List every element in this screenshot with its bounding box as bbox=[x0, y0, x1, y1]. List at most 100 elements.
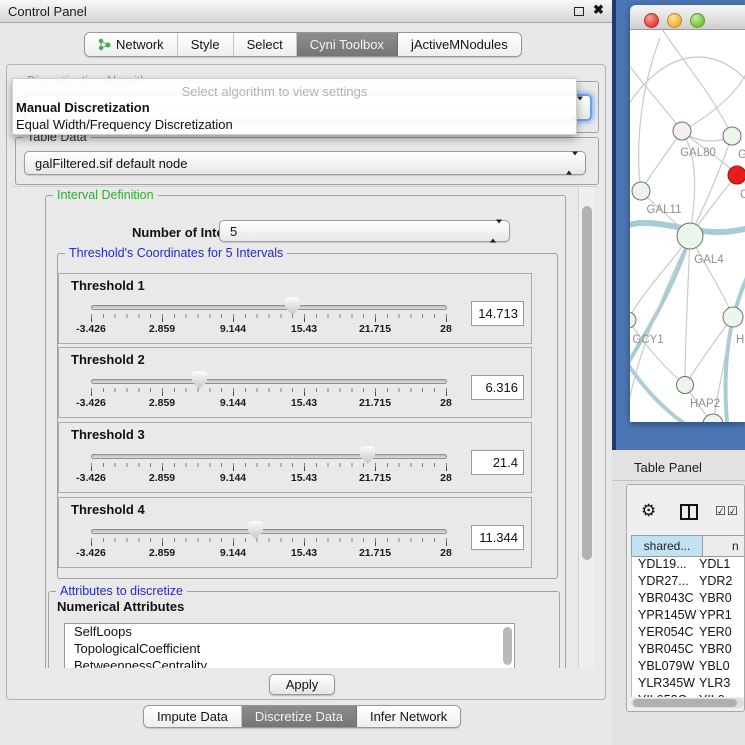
node-label: GAL4 bbox=[694, 254, 724, 266]
threshold-3-slider-thumb[interactable] bbox=[360, 446, 375, 464]
list-item[interactable]: TopologicalCoefficient bbox=[65, 641, 514, 658]
table-row[interactable]: YER054CYER0 bbox=[632, 625, 745, 642]
number-of-intervals-value: 5 bbox=[230, 224, 237, 239]
table-row[interactable]: YIL052CYIL0 bbox=[632, 693, 745, 697]
tab-impute-data[interactable]: Impute Data bbox=[144, 706, 242, 727]
threshold-3-label: Threshold 3 bbox=[71, 427, 145, 442]
table-settings-gear-icon[interactable]: ⚙ bbox=[641, 502, 656, 519]
table-horizontal-scrollbar[interactable] bbox=[631, 698, 744, 708]
tab-style[interactable]: Style bbox=[178, 33, 234, 56]
minimize-traffic-light-icon[interactable] bbox=[667, 13, 682, 28]
scrollbar-thumb[interactable] bbox=[633, 699, 737, 707]
network-canvas[interactable]: GAL80 G C GAL11 GAL4 GCY1 H HAP2 bbox=[630, 30, 745, 422]
table-row[interactable]: YBL079WYBL0 bbox=[632, 659, 745, 676]
threshold-2-ticks bbox=[91, 388, 448, 396]
algorithm-popup: Select algorithm to view settings Manual… bbox=[12, 78, 577, 135]
list-item[interactable]: SelfLoops bbox=[65, 624, 514, 641]
threshold-2-row: Threshold 2 -3.4262.8599.14415.4321.7152… bbox=[58, 347, 532, 418]
column-header-name[interactable]: n bbox=[703, 536, 745, 556]
table-row[interactable]: YDL19...YDL1 bbox=[632, 557, 745, 574]
threshold-4-slider-thumb[interactable] bbox=[248, 521, 263, 539]
table-panel-title: Table Panel bbox=[634, 460, 702, 475]
node-gal4[interactable] bbox=[677, 223, 703, 249]
node-h[interactable] bbox=[723, 307, 743, 327]
close-traffic-light-icon[interactable] bbox=[644, 13, 659, 28]
node-label: G bbox=[738, 149, 745, 161]
panel-title: Control Panel bbox=[8, 4, 87, 19]
node-gal80[interactable] bbox=[673, 122, 691, 140]
tab-network-label: Network bbox=[116, 37, 164, 52]
numerical-attributes-label: Numerical Attributes bbox=[57, 599, 184, 614]
table-data-combobox[interactable]: galFiltered.sif default node bbox=[24, 151, 586, 175]
table-row[interactable]: YLR345WYLR3 bbox=[632, 676, 745, 693]
column-header-shared-name[interactable]: shared... bbox=[632, 536, 703, 556]
threshold-3-slider[interactable] bbox=[91, 454, 447, 459]
node-label: HAP2 bbox=[690, 398, 720, 410]
threshold-1-label: Threshold 1 bbox=[71, 278, 145, 293]
popup-option-manual-discretization[interactable]: Manual Discretization bbox=[16, 100, 150, 115]
column-layout-icon[interactable] bbox=[680, 504, 698, 520]
tab-cyni-toolbox[interactable]: Cyni Toolbox bbox=[297, 33, 398, 56]
list-item[interactable]: BetweennessCentrality bbox=[65, 658, 514, 668]
node-gcy1[interactable] bbox=[630, 312, 636, 328]
threshold-1-ticks bbox=[91, 314, 448, 322]
node-gal11[interactable] bbox=[632, 182, 650, 200]
threshold-2-label: Threshold 2 bbox=[71, 352, 145, 367]
numerical-attributes-list[interactable]: SelfLoops TopologicalCoefficient Between… bbox=[64, 623, 515, 668]
table-panel: Table Panel ⚙ ☑ ☑ shared... n YDL19...YD… bbox=[612, 450, 745, 745]
threshold-4-ticks bbox=[91, 538, 448, 546]
tab-select[interactable]: Select bbox=[234, 33, 297, 56]
combo-stepper-icon bbox=[490, 224, 502, 239]
threshold-4-row: Threshold 4 -3.4262.8599.14415.4321.7152… bbox=[58, 497, 532, 568]
threshold-4-slider[interactable] bbox=[91, 529, 447, 534]
table-row[interactable]: YDR27...YDR2 bbox=[632, 574, 745, 591]
settings-scroll-viewport: Interval Definition Number of Intervals … bbox=[13, 186, 597, 668]
settings-vertical-scrollbar[interactable] bbox=[578, 187, 594, 668]
table-row[interactable]: YPR145WYPR1 bbox=[632, 608, 745, 625]
network-graph: GAL80 G C GAL11 GAL4 GCY1 H HAP2 bbox=[630, 30, 745, 422]
node-label: GCY1 bbox=[632, 334, 663, 346]
combo-stepper-icon bbox=[566, 156, 578, 171]
threshold-3-value-field[interactable]: 21.4 bbox=[471, 450, 524, 475]
zoom-traffic-light-icon[interactable] bbox=[690, 13, 705, 28]
threshold-2-value-field[interactable]: 6.316 bbox=[471, 375, 524, 400]
tab-discretize-data[interactable]: Discretize Data bbox=[242, 706, 357, 727]
network-icon bbox=[98, 38, 111, 51]
number-of-intervals-combobox[interactable]: 5 bbox=[219, 220, 510, 242]
float-panel-icon[interactable] bbox=[574, 7, 584, 16]
threshold-1-value-field[interactable]: 14.713 bbox=[471, 301, 524, 326]
node-label: C bbox=[740, 189, 745, 201]
close-icon[interactable]: ✖ bbox=[593, 2, 604, 18]
threshold-4-label: Threshold 4 bbox=[71, 502, 145, 517]
attributes-list-scrollbar[interactable] bbox=[503, 627, 512, 665]
tab-jactivemnodules[interactable]: jActiveMNodules bbox=[398, 33, 521, 56]
threshold-4-value-field[interactable]: 11.344 bbox=[471, 525, 524, 550]
scrollbar-thumb[interactable] bbox=[582, 206, 592, 560]
threshold-2-slider-thumb[interactable] bbox=[192, 371, 207, 389]
table-rows[interactable]: YDL19...YDL1 YDR27...YDR2 YBR043CYBR0 YP… bbox=[631, 557, 745, 697]
tab-network[interactable]: Network bbox=[85, 33, 178, 56]
network-window-titlebar bbox=[630, 5, 745, 30]
checkbox-icon[interactable]: ☑ bbox=[715, 504, 726, 518]
threshold-1-slider[interactable] bbox=[91, 305, 447, 310]
control-panel-window: Control Panel ✖ Network Style Select Cyn… bbox=[0, 0, 612, 745]
threshold-3-ticks bbox=[91, 463, 448, 471]
tab-infer-network[interactable]: Infer Network bbox=[357, 706, 460, 727]
table-row[interactable]: YBR043CYBR0 bbox=[632, 591, 745, 608]
network-view-window: GAL80 G C GAL11 GAL4 GCY1 H HAP2 bbox=[630, 5, 745, 422]
popup-option-equal-width-frequency[interactable]: Equal Width/Frequency Discretization bbox=[16, 117, 233, 132]
checkbox-icon[interactable]: ☑ bbox=[727, 504, 738, 518]
node-selected-red[interactable] bbox=[728, 166, 745, 184]
node-label: GAL80 bbox=[680, 147, 716, 159]
node-attribute-table: shared... n YDL19...YDL1 YDR27...YDR2 YB… bbox=[631, 535, 745, 697]
node-label: GAL11 bbox=[647, 204, 682, 216]
table-row[interactable]: YBR045CYBR0 bbox=[632, 642, 745, 659]
threshold-2-slider[interactable] bbox=[91, 379, 447, 384]
control-panel-titlebar: Control Panel ✖ bbox=[0, 0, 612, 23]
threshold-1-row: Threshold 1 -3.4262.8599.14415.4321.7152… bbox=[58, 273, 532, 344]
table-data-group: Table Data galFiltered.sif default node bbox=[15, 137, 599, 185]
apply-button[interactable]: Apply bbox=[269, 674, 335, 695]
node-hap2[interactable] bbox=[677, 377, 694, 394]
node-g[interactable] bbox=[723, 127, 741, 145]
threshold-1-slider-thumb[interactable] bbox=[285, 297, 300, 315]
